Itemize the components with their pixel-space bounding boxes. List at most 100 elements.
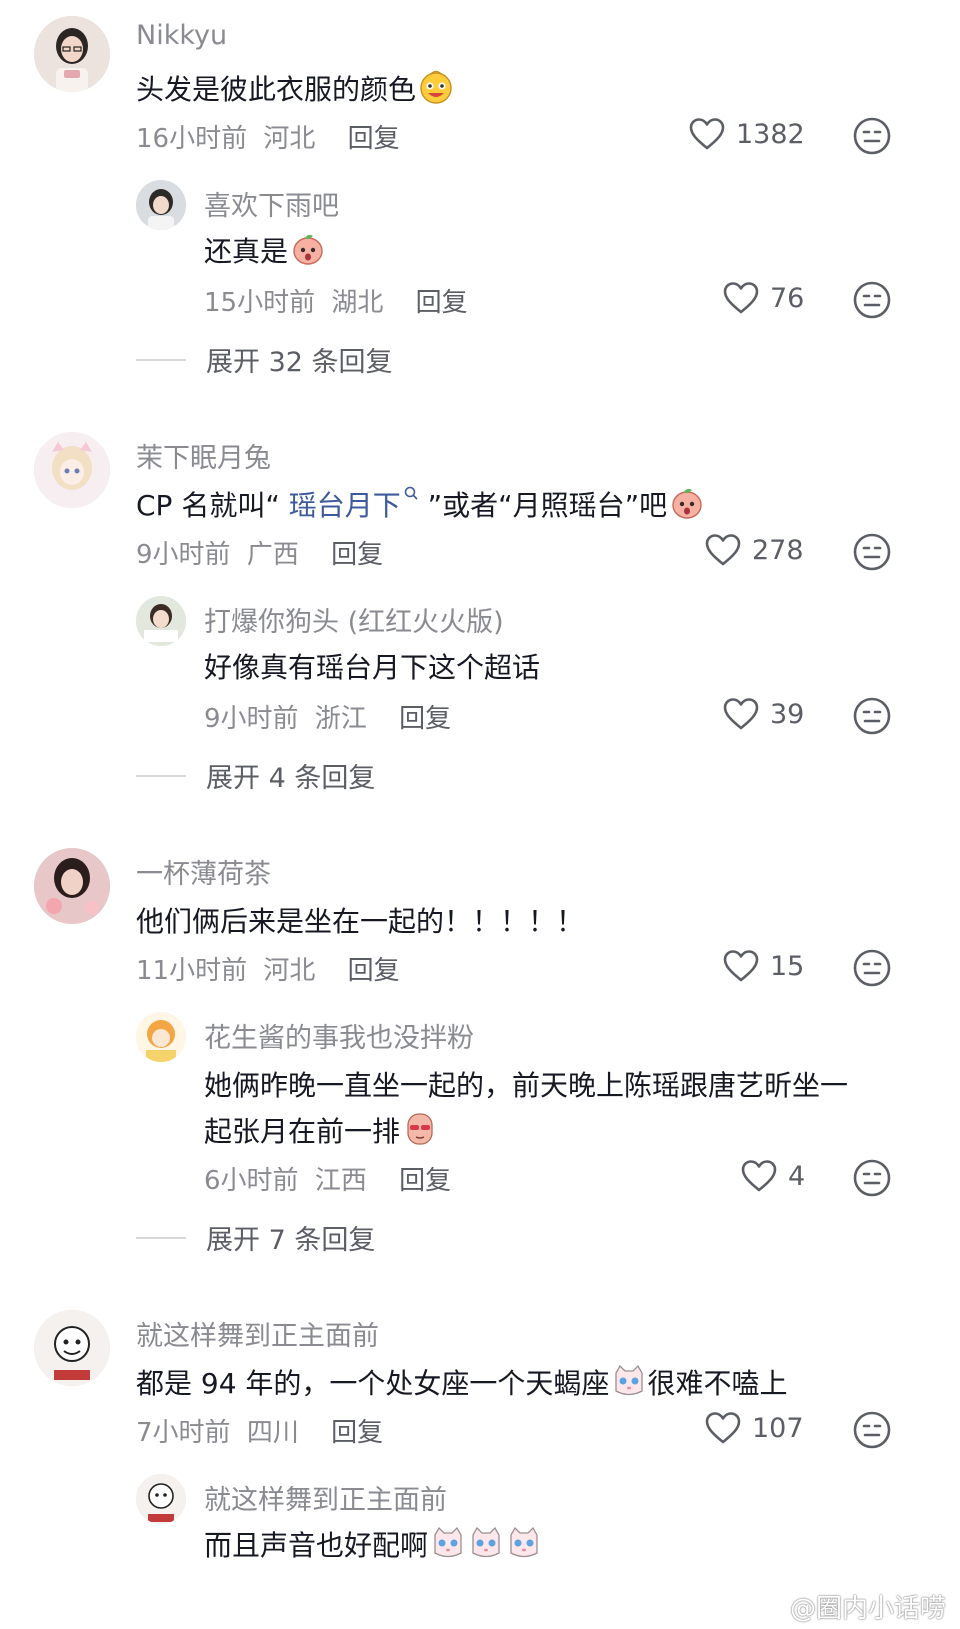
- grinning-emoji-icon: [418, 69, 454, 105]
- neutral-face-icon[interactable]: [852, 696, 892, 736]
- like-button[interactable]: 39: [722, 697, 804, 731]
- avatar[interactable]: [34, 1310, 110, 1386]
- like-count: 1382: [736, 118, 805, 150]
- username[interactable]: 一杯薄荷茶: [136, 852, 271, 891]
- neutral-face-icon[interactable]: [852, 948, 892, 988]
- reply-meta: 15小时前 湖北 回复: [204, 282, 468, 319]
- neutral-face-icon[interactable]: [852, 1158, 892, 1198]
- reply-button[interactable]: 回复: [348, 124, 400, 154]
- avatar-image: [34, 432, 110, 508]
- reply-button[interactable]: 回复: [416, 288, 468, 318]
- heart-outline-icon: [722, 949, 760, 983]
- comment-text-prefix: CP 名就叫“: [136, 489, 289, 522]
- reply-time: 6小时前: [204, 1166, 299, 1196]
- username[interactable]: 就这样舞到正主面前: [136, 1314, 379, 1353]
- neutral-face-icon[interactable]: [852, 1410, 892, 1450]
- reply-button[interactable]: 回复: [399, 704, 451, 734]
- topic-link[interactable]: 瑶台月下: [289, 486, 419, 522]
- comment-text-suffix: ”或者“月照瑶台”吧: [418, 489, 668, 522]
- peach-emoji-icon: [669, 485, 705, 521]
- like-count: 107: [752, 1412, 804, 1444]
- reply-avatar[interactable]: [136, 596, 186, 646]
- comment-text: 他们俩后来是坐在一起的！！！！！: [136, 905, 585, 938]
- comment-time: 7小时前: [136, 1418, 231, 1448]
- heart-outline-icon: [704, 1411, 742, 1445]
- reply-avatar[interactable]: [136, 1012, 186, 1062]
- comment-location: 河北: [263, 956, 316, 986]
- neutral-face-icon[interactable]: [852, 116, 892, 156]
- username[interactable]: Nikkyu: [136, 20, 227, 51]
- neutral-face-icon[interactable]: [852, 280, 892, 320]
- reply-text-line-2: 起张月在前一排: [204, 1110, 438, 1150]
- reply-button[interactable]: 回复: [348, 956, 400, 986]
- reply-text: 好像真有瑶台月下这个超话: [204, 651, 541, 684]
- like-count: 76: [770, 282, 805, 314]
- reply-text-content: 而且声音也好配啊: [204, 1529, 429, 1562]
- expand-label: 展开 32 条回复: [206, 347, 393, 378]
- avatar-image: [136, 1012, 186, 1062]
- sunglasses-emoji-icon: [402, 1111, 438, 1147]
- avatar-image: [136, 180, 186, 230]
- like-button[interactable]: 1382: [688, 117, 805, 151]
- comment-text-suffix: 很难不嗑上: [647, 1367, 788, 1400]
- crying-cat-emoji-icon: [468, 1525, 504, 1561]
- like-count: 15: [770, 950, 805, 982]
- reply-username[interactable]: 花生酱的事我也没拌粉: [204, 1016, 474, 1055]
- avatar-image: [34, 1310, 110, 1386]
- avatar[interactable]: [34, 432, 110, 508]
- comment-meta: 9小时前 广西 回复: [136, 534, 383, 571]
- reply-username[interactable]: 就这样舞到正主面前: [204, 1478, 447, 1517]
- avatar-image: [136, 1474, 186, 1524]
- comment-text: 头发是彼此衣服的颜色: [136, 68, 454, 108]
- avatar[interactable]: [34, 848, 110, 924]
- expand-replies-button[interactable]: 展开 32 条回复: [136, 340, 393, 379]
- heart-outline-icon: [704, 533, 742, 567]
- comment-location: 四川: [246, 1418, 299, 1448]
- comment-time: 9小时前: [136, 540, 231, 570]
- heart-outline-icon: [722, 281, 760, 315]
- reply-avatar[interactable]: [136, 1474, 186, 1524]
- expand-replies-button[interactable]: 展开 7 条回复: [136, 1218, 375, 1257]
- weibo-logo-icon: [754, 1598, 784, 1620]
- reply-username[interactable]: 喜欢下雨吧: [204, 184, 339, 223]
- reply-avatar[interactable]: [136, 180, 186, 230]
- neutral-face-icon[interactable]: [852, 532, 892, 572]
- watermark: @圈内小话唠: [754, 1588, 946, 1625]
- comment-meta: 16小时前 河北 回复: [136, 118, 400, 155]
- username[interactable]: 茉下眠月兔: [136, 436, 271, 475]
- reply-location: 江西: [314, 1166, 367, 1196]
- avatar-image: [34, 848, 110, 924]
- comment-time: 11小时前: [136, 956, 248, 986]
- like-button[interactable]: 15: [722, 949, 804, 983]
- reply-button[interactable]: 回复: [331, 1418, 383, 1448]
- like-count: 4: [788, 1160, 806, 1192]
- peach-emoji-icon: [290, 231, 326, 267]
- like-button[interactable]: 76: [722, 281, 804, 315]
- heart-outline-icon: [688, 117, 726, 151]
- comment-meta: 7小时前 四川 回复: [136, 1412, 383, 1449]
- like-button[interactable]: 107: [704, 1411, 804, 1445]
- like-button[interactable]: 4: [740, 1159, 805, 1193]
- watermark-text: @圈内小话唠: [789, 1594, 946, 1624]
- expand-label: 展开 7 条回复: [206, 1225, 376, 1256]
- avatar-image: [136, 596, 186, 646]
- comment-text-prefix: 都是 94 年的，一个处女座一个天蝎座: [136, 1367, 610, 1400]
- comment-location: 河北: [263, 124, 316, 154]
- avatar[interactable]: [34, 16, 110, 92]
- comment-text-content: 头发是彼此衣服的颜色: [136, 73, 417, 106]
- reply-meta: 6小时前 江西 回复: [204, 1160, 451, 1197]
- reply-text: 还真是: [204, 230, 326, 270]
- reply-text: 而且声音也好配啊: [204, 1524, 542, 1564]
- reply-location: 湖北: [331, 288, 384, 318]
- reply-button[interactable]: 回复: [399, 1166, 451, 1196]
- divider-line: [136, 774, 186, 777]
- comment-text: 都是 94 年的，一个处女座一个天蝎座 很难不嗑上: [136, 1362, 787, 1402]
- reply-username[interactable]: 打爆你狗头 (红红火火版): [204, 600, 504, 639]
- avatar-image: [34, 16, 110, 92]
- heart-outline-icon: [740, 1159, 778, 1193]
- reply-text-content: 起张月在前一排: [204, 1115, 401, 1148]
- reply-button[interactable]: 回复: [331, 540, 383, 570]
- comment-text: CP 名就叫“ 瑶台月下 ”或者“月照瑶台”吧: [136, 484, 705, 524]
- like-button[interactable]: 278: [704, 533, 804, 567]
- expand-replies-button[interactable]: 展开 4 条回复: [136, 756, 375, 795]
